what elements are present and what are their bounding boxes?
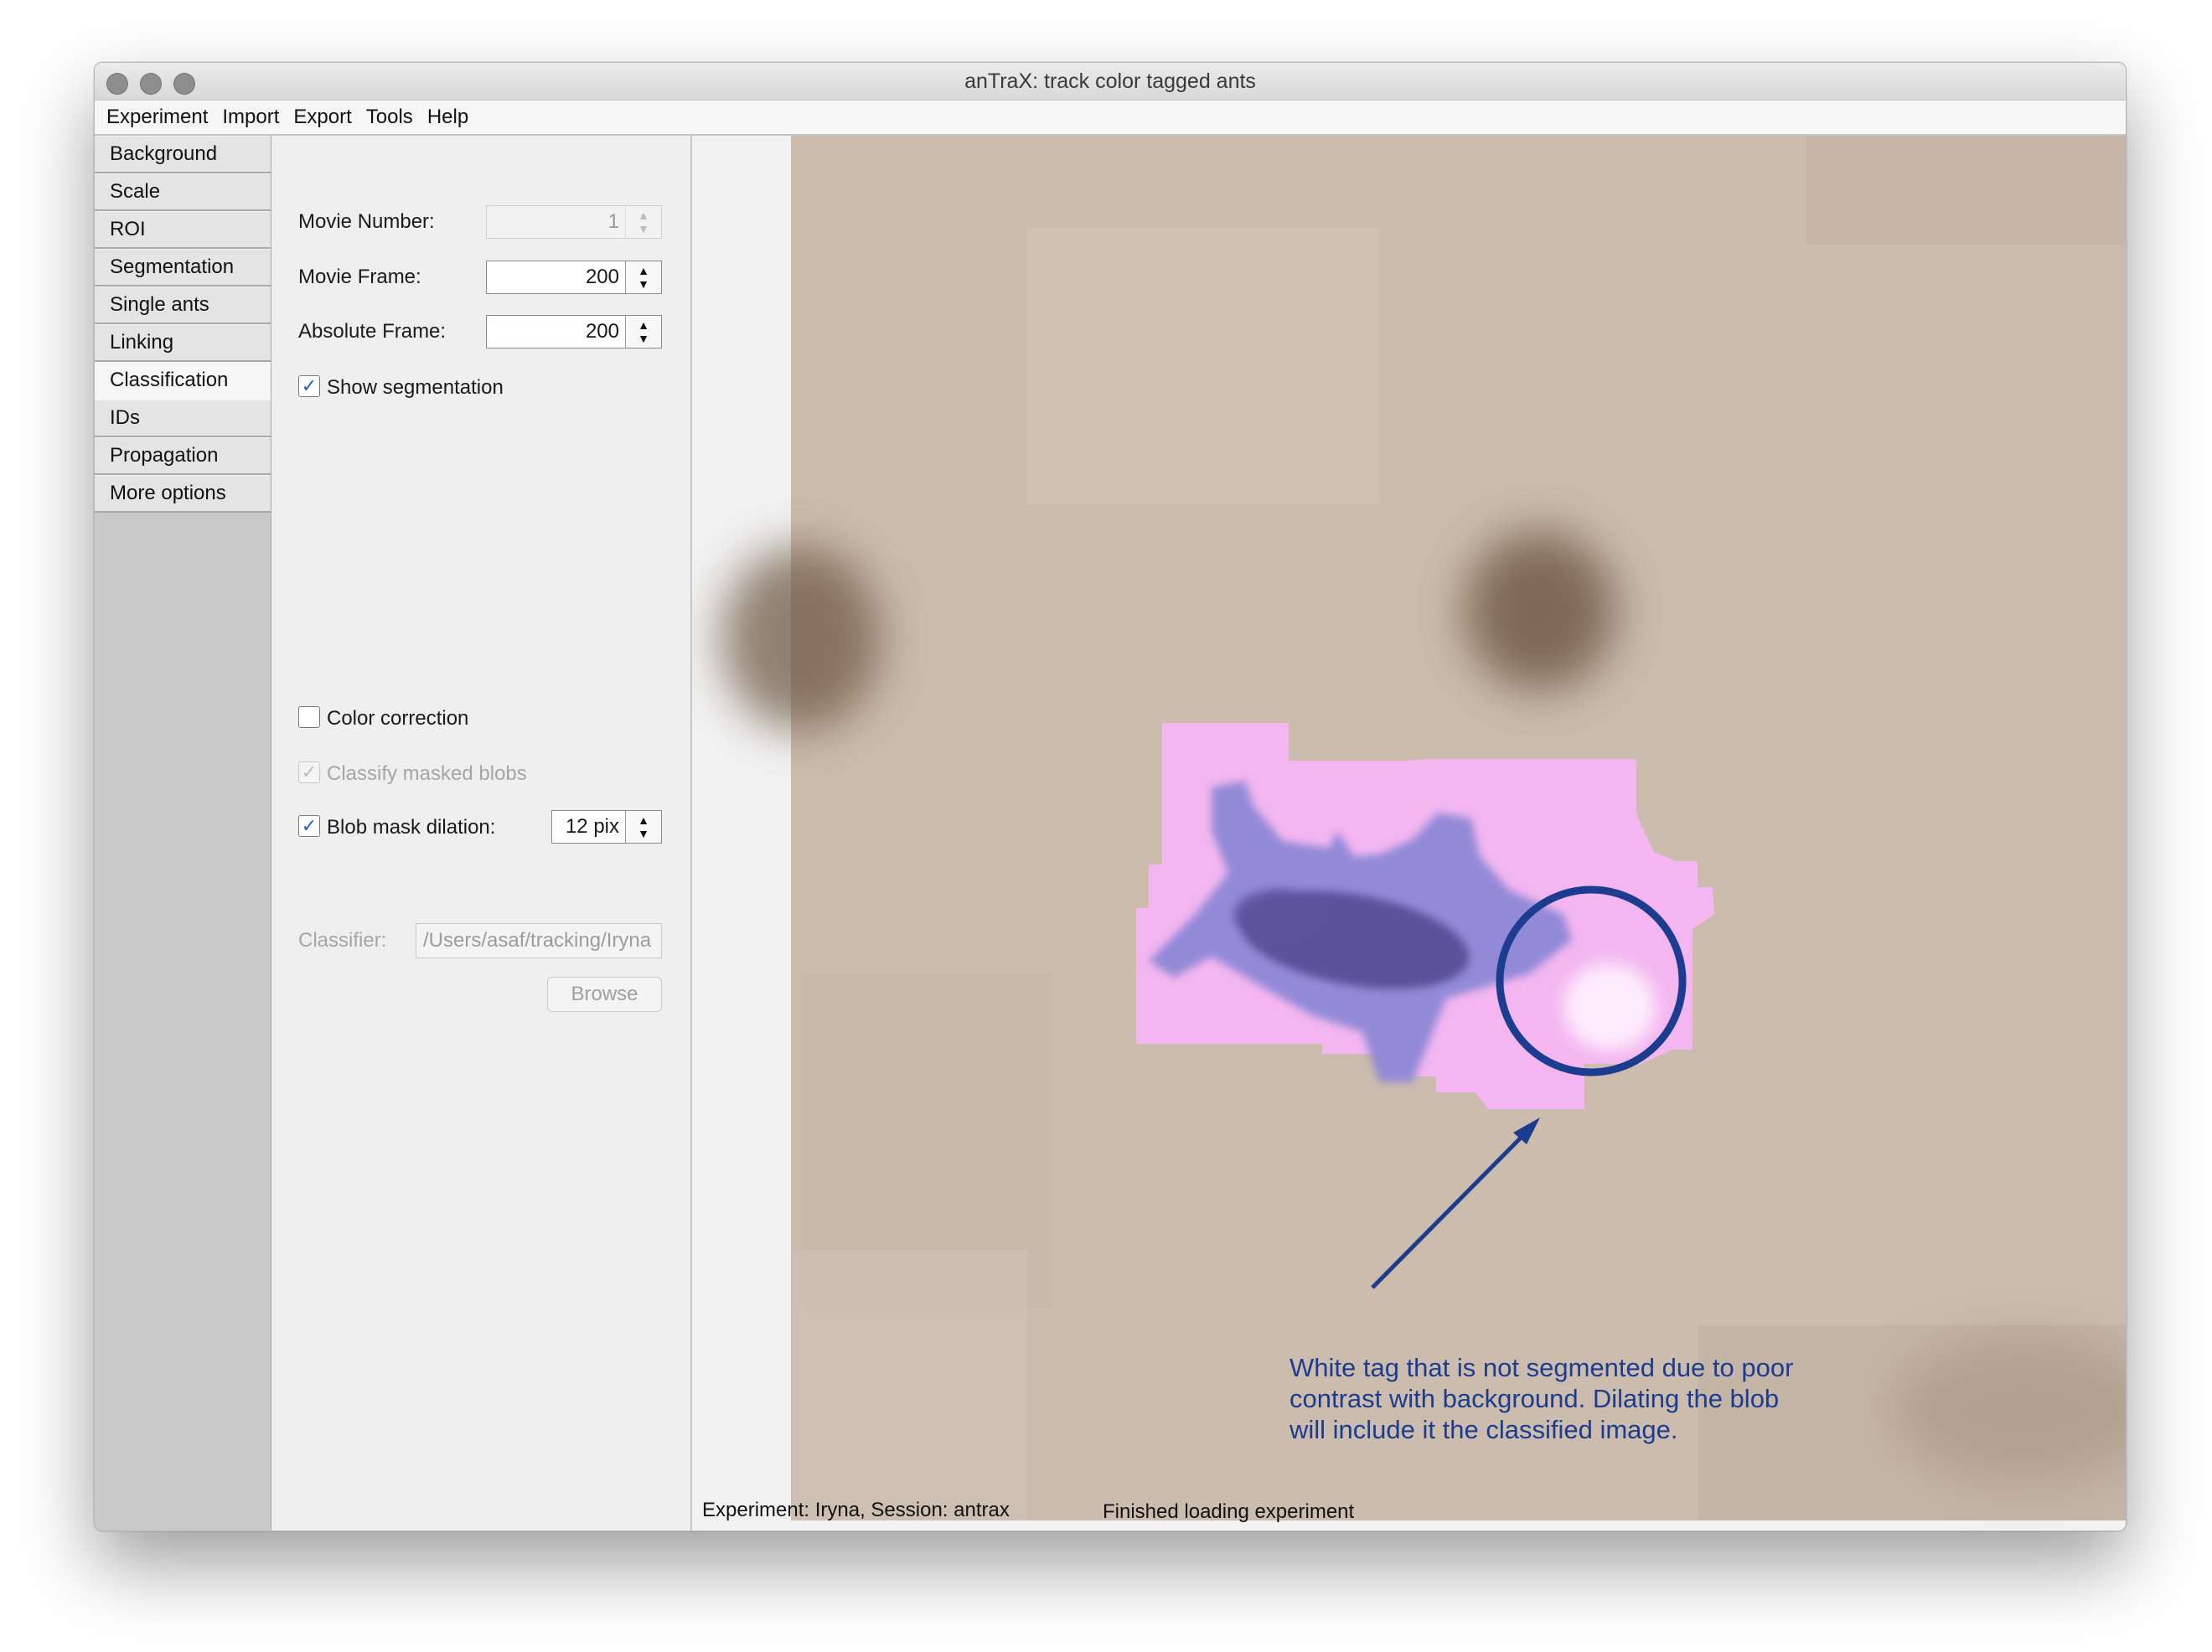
tab-roi[interactable]: ROI — [95, 211, 271, 249]
menu-bar: Experiment Import Export Tools Help — [95, 101, 2126, 136]
tab-propagation[interactable]: Propagation — [95, 437, 271, 475]
image-viewer[interactable]: White tag that is not segmented due to p… — [692, 136, 2126, 1531]
tab-classification[interactable]: Classification — [95, 362, 271, 400]
down-arrow-icon: ▼ — [638, 222, 649, 235]
movie-frame-label: Movie Frame: — [298, 266, 421, 288]
absolute-frame-spinner[interactable]: 200 ▲ ▼ — [486, 315, 662, 348]
movie-frame-spinner[interactable]: 200 ▲ ▼ — [486, 261, 662, 294]
up-arrow-icon: ▲ — [638, 209, 649, 222]
classifier-label: Classifier: — [298, 929, 387, 952]
classification-panel: Movie Number: 1 ▲ ▼ Movie Frame: 200 ▲ ▼ A… — [271, 136, 692, 1531]
movie-frame-value[interactable]: 200 — [586, 266, 619, 288]
absolute-frame-stepper[interactable]: ▲ ▼ — [625, 316, 661, 348]
down-arrow-icon[interactable]: ▼ — [638, 332, 649, 345]
up-arrow-icon[interactable]: ▲ — [638, 264, 649, 277]
classify-masked-blobs-label: Classify masked blobs — [327, 762, 527, 785]
color-correction-checkbox[interactable] — [298, 706, 320, 728]
title-bar: anTraX: track color tagged ants — [95, 63, 2126, 101]
ant-blob-top-right — [1465, 531, 1615, 690]
down-arrow-icon[interactable]: ▼ — [638, 277, 649, 291]
tab-scale[interactable]: Scale — [95, 173, 271, 211]
movie-number-stepper: ▲ ▼ — [625, 206, 661, 238]
browse-button: Browse — [547, 977, 662, 1012]
annotation-text: White tag that is not segmented due to p… — [1289, 1352, 1793, 1445]
movie-frame-stepper[interactable]: ▲ ▼ — [625, 261, 661, 293]
blob-mask-dilation-stepper[interactable]: ▲ ▼ — [625, 811, 661, 843]
ant-blob-left — [721, 546, 881, 730]
absolute-frame-label: Absolute Frame: — [298, 320, 447, 343]
blob-mask-dilation-spinner[interactable]: 12 pix ▲ ▼ — [551, 810, 662, 844]
menu-export[interactable]: Export — [293, 106, 351, 129]
checkmark-icon: ✓ — [301, 815, 318, 836]
menu-help[interactable]: Help — [427, 106, 468, 129]
window-title: anTraX: track color tagged ants — [964, 70, 1256, 93]
white-tag — [1563, 963, 1656, 1051]
up-arrow-icon[interactable]: ▲ — [638, 318, 649, 332]
checkmark-icon: ✓ — [301, 761, 318, 782]
annotation-line-1: White tag that is not segmented due to p… — [1289, 1353, 1794, 1382]
color-correction-label: Color correction — [327, 707, 469, 730]
down-arrow-icon[interactable]: ▼ — [638, 827, 649, 840]
frame-image[interactable] — [692, 136, 2126, 1531]
annotation-line-2: contrast with background. Dilating the b… — [1289, 1384, 1780, 1413]
menu-tools[interactable]: Tools — [366, 106, 413, 129]
app-window: anTraX: track color tagged ants Experime… — [94, 62, 2127, 1531]
checkmark-icon: ✓ — [301, 375, 318, 396]
show-segmentation-checkbox[interactable]: ✓ — [298, 375, 320, 397]
menu-import[interactable]: Import — [222, 106, 279, 129]
blob-mask-dilation-label: Blob mask dilation: — [327, 816, 496, 839]
tab-segmentation[interactable]: Segmentation — [95, 249, 271, 287]
tab-ids[interactable]: IDs — [95, 400, 271, 437]
experiment-status: Experiment: Iryna, Session: antrax — [702, 1499, 1010, 1521]
show-segmentation-label: Show segmentation — [327, 376, 504, 399]
up-arrow-icon[interactable]: ▲ — [638, 813, 649, 827]
movie-number-value: 1 — [607, 210, 619, 233]
annotation-line-3: will include it the classified image. — [1289, 1415, 1678, 1444]
tab-single-ants[interactable]: Single ants — [95, 287, 271, 324]
viewer-margin — [692, 136, 791, 1520]
blob-mask-dilation-checkbox[interactable]: ✓ — [298, 815, 320, 837]
status-message: Finished loading experiment — [1103, 1500, 1355, 1523]
absolute-frame-value[interactable]: 200 — [586, 320, 619, 343]
classify-masked-blobs-checkbox: ✓ — [298, 761, 320, 783]
movie-number-label: Movie Number: — [298, 210, 435, 233]
movie-number-spinner: 1 ▲ ▼ — [486, 205, 662, 239]
menu-experiment[interactable]: Experiment — [106, 106, 208, 129]
tab-background[interactable]: Background — [95, 136, 271, 173]
blob-mask-dilation-value[interactable]: 12 pix — [566, 815, 619, 838]
tab-more-options[interactable]: More options — [95, 475, 271, 513]
sidebar-tabs: Background Scale ROI Segmentation Single… — [95, 136, 271, 1531]
classifier-path-field: /Users/asaf/tracking/Iryna — [416, 923, 662, 958]
tab-linking[interactable]: Linking — [95, 324, 271, 362]
